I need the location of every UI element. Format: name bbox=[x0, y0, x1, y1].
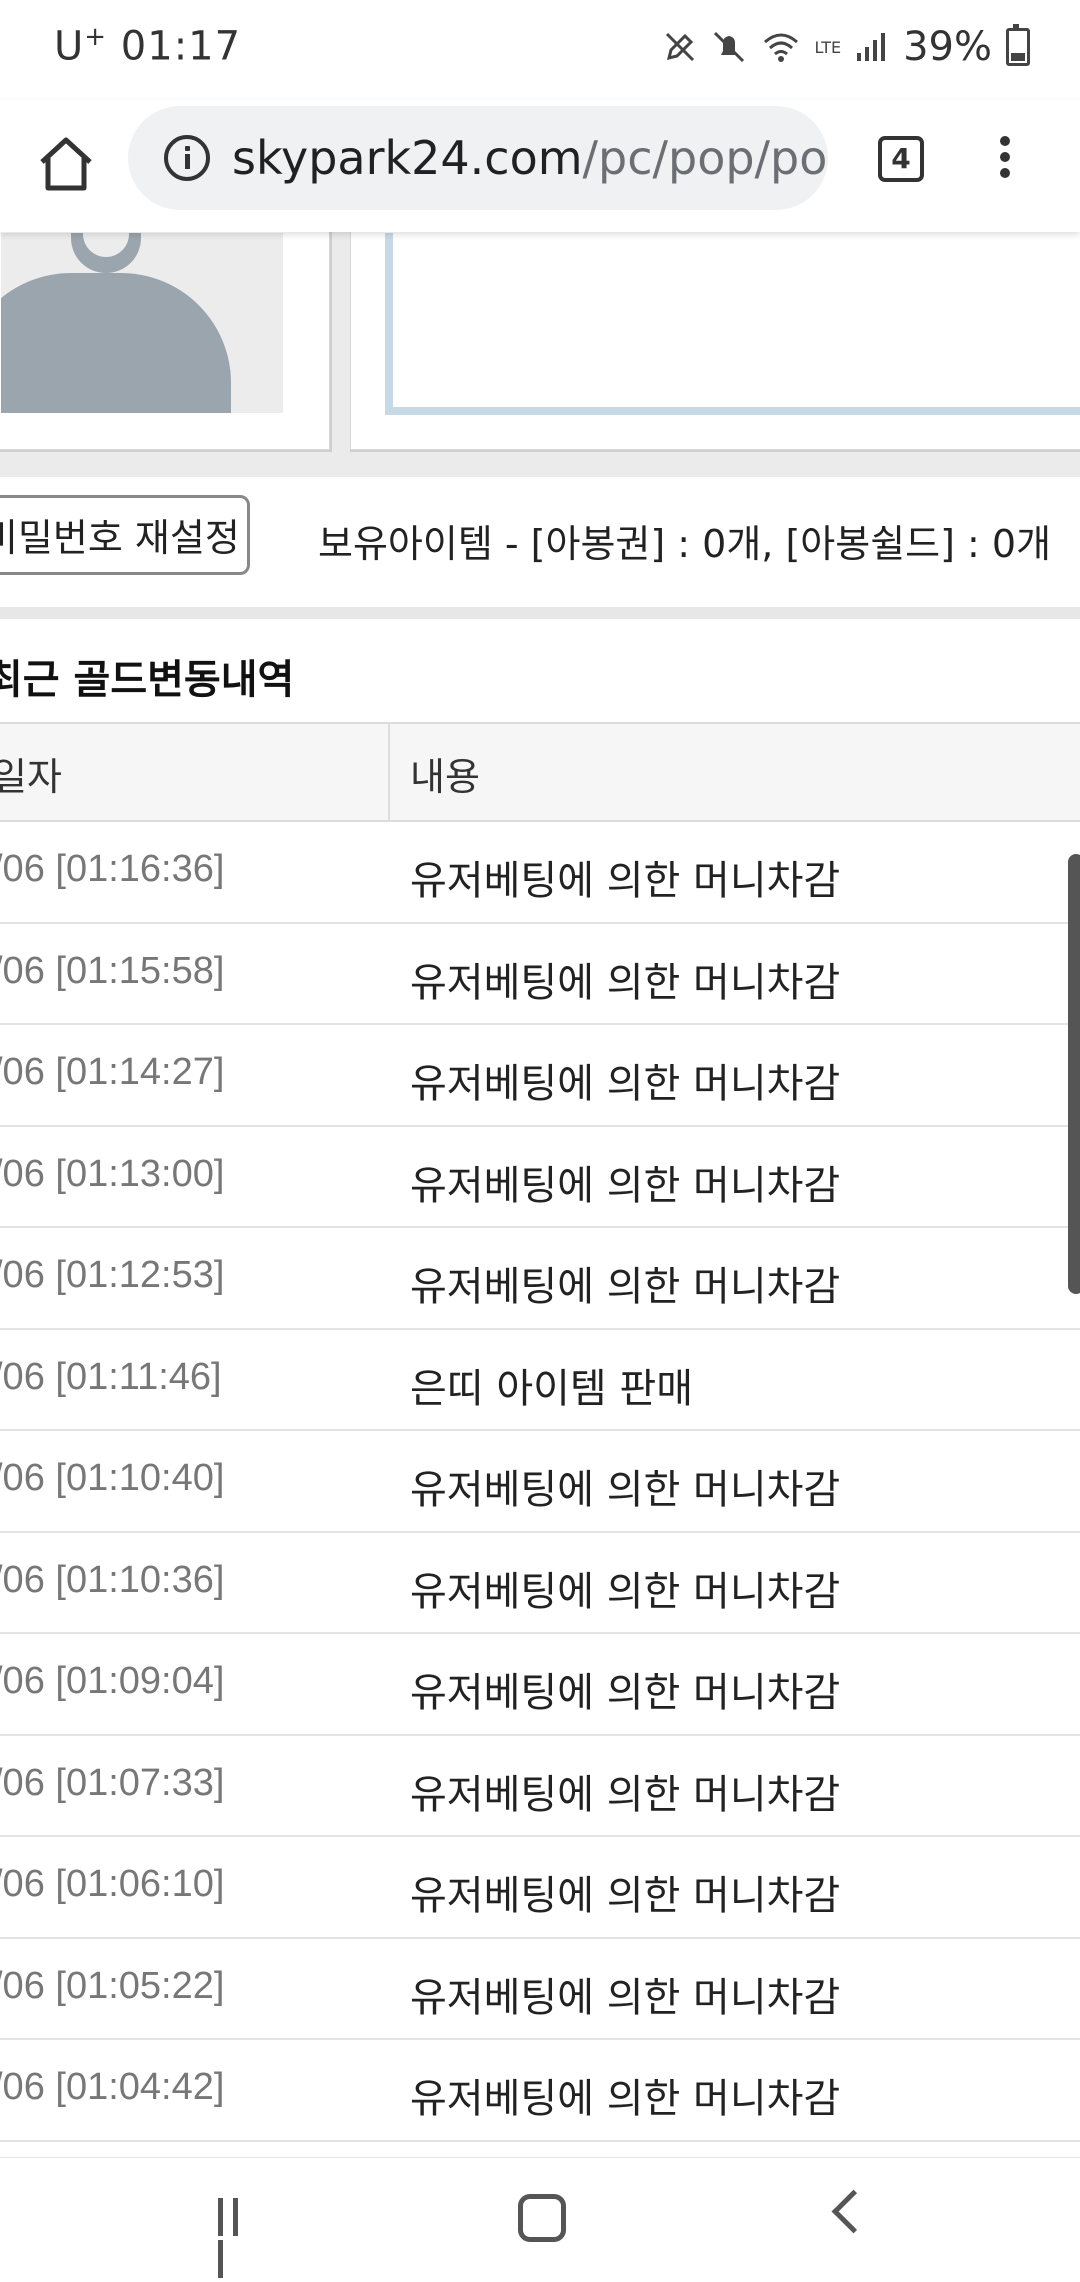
row-date: /06 [01:05:22] bbox=[0, 1964, 225, 2007]
battery-icon bbox=[1006, 24, 1030, 66]
carrier-plus: + bbox=[84, 22, 108, 52]
url-path: /pc/pop/pop bbox=[582, 131, 828, 185]
carrier: U bbox=[54, 23, 85, 70]
battery-percent: 39% bbox=[903, 24, 992, 70]
avatar-frame bbox=[0, 232, 330, 450]
table-row: /06 [01:14:27] 유저베팅에 의한 머니차감 bbox=[0, 1025, 1080, 1127]
mute-icon bbox=[713, 31, 744, 63]
row-date: /06 [01:06:10] bbox=[0, 1863, 225, 1905]
column-header-content: 내용 bbox=[410, 755, 480, 799]
table-header: 일자 내용 bbox=[0, 722, 1080, 822]
row-content: 은띠 아이템 판매 bbox=[410, 1365, 694, 1412]
table-row: /06 [01:11:46] 은띠 아이템 판매 bbox=[0, 1330, 1080, 1431]
signal-icon bbox=[857, 33, 886, 61]
table-row: /06 [01:15:58] 유저베팅에 의한 머니차감 bbox=[0, 924, 1080, 1025]
status-bar: U+ 01:17 LTE 39% bbox=[0, 0, 1080, 100]
row-date: /06 [01:07:33] bbox=[0, 1761, 225, 1804]
row-content: 유저베팅에 의한 머니차감 bbox=[410, 2076, 841, 2122]
home-icon[interactable] bbox=[30, 128, 102, 200]
avatar bbox=[1, 233, 283, 413]
row-date: /06 [01:04:42] bbox=[0, 2066, 225, 2108]
row-content: 유저베팅에 의한 머니차감 bbox=[410, 1162, 841, 1209]
row-content: 유저베팅에 의한 머니차감 bbox=[410, 1670, 841, 1716]
row-date: /06 [01:14:27] bbox=[0, 1051, 225, 1093]
network-type: LTE bbox=[814, 37, 842, 57]
browser-toolbar: skypark24.com/pc/pop/pop 4 bbox=[0, 100, 1080, 232]
profile-info-box bbox=[350, 232, 1080, 450]
address-bar[interactable]: skypark24.com/pc/pop/pop bbox=[128, 106, 828, 210]
page-content: 비밀번호 재설정 보유아이템 - [아봉권] : 0개, [아봉쉴드] : 0개… bbox=[0, 232, 1080, 2157]
row-content: 유저베팅에 의한 머니차감 bbox=[410, 1771, 841, 1818]
wifi-icon bbox=[763, 33, 798, 62]
row-date: /06 [01:12:53] bbox=[0, 1254, 225, 1296]
row-date: /06 [01:11:46] bbox=[0, 1355, 222, 1398]
row-content: 유저베팅에 의한 머니차감 bbox=[410, 1264, 841, 1310]
owned-items-text: 보유아이템 - [아봉권] : 0개, [아봉쉴드] : 0개 bbox=[318, 522, 1052, 566]
profile-area bbox=[0, 232, 1080, 477]
page-scrollbar[interactable] bbox=[1068, 854, 1080, 1294]
table-row: /06 [01:07:33] 유저베팅에 의한 머니차감 bbox=[0, 1736, 1080, 1837]
clock: 01:17 bbox=[120, 23, 242, 70]
table-row: /06 [01:16:36] 유저베팅에 의한 머니차감 bbox=[0, 822, 1080, 924]
row-content: 유저베팅에 의한 머니차감 bbox=[410, 1568, 841, 1615]
table-row: /06 [01:04:42] 유저베팅에 의한 머니차감 bbox=[0, 2040, 1080, 2142]
tab-switcher-button[interactable]: 4 bbox=[878, 136, 924, 182]
row-content: 유저베팅에 의한 머니차감 bbox=[410, 1061, 841, 1107]
back-icon[interactable] bbox=[831, 2189, 876, 2234]
table-row: /06 [01:09:04] 유저베팅에 의한 머니차감 bbox=[0, 1634, 1080, 1736]
table-row: /06 [01:13:00] 유저베팅에 의한 머니차감 bbox=[0, 1127, 1080, 1228]
row-date: /06 [01:16:36] bbox=[0, 848, 225, 890]
table-row: /06 [01:10:40] 유저베팅에 의한 머니차감 bbox=[0, 1431, 1080, 1533]
row-date: /06 [01:10:40] bbox=[0, 1457, 225, 1499]
column-header-date: 일자 bbox=[0, 755, 62, 799]
recents-icon[interactable] bbox=[218, 2198, 262, 2278]
row-date: /06 [01:09:04] bbox=[0, 1660, 225, 1702]
url-domain: skypark24.com bbox=[232, 131, 583, 185]
gold-history-table: 일자 내용 /06 [01:16:36] 유저베팅에 의한 머니차감 /06 [0… bbox=[0, 722, 1080, 2142]
carrier-time: U+ 01:17 bbox=[54, 22, 241, 69]
table-row: /06 [01:06:10] 유저베팅에 의한 머니차감 bbox=[0, 1837, 1080, 1939]
account-action-row: 비밀번호 재설정 보유아이템 - [아봉권] : 0개, [아봉쉴드] : 0개 bbox=[0, 477, 1080, 619]
table-row: /06 [01:05:22] 유저베팅에 의한 머니차감 bbox=[0, 1939, 1080, 2040]
navigation-bar bbox=[0, 2157, 1080, 2281]
pen-off-icon bbox=[665, 32, 694, 62]
row-date: /06 [01:10:36] bbox=[0, 1558, 225, 1601]
status-icons: LTE 39% bbox=[663, 24, 1030, 70]
home-nav-icon[interactable] bbox=[518, 2194, 566, 2242]
overflow-menu-icon[interactable] bbox=[990, 130, 1020, 190]
row-content: 유저베팅에 의한 머니차감 bbox=[410, 1873, 841, 1919]
password-reset-button[interactable]: 비밀번호 재설정 bbox=[0, 495, 250, 575]
site-info-icon[interactable] bbox=[164, 135, 210, 181]
section-title: 최근 골드변동내역 bbox=[0, 657, 295, 703]
row-content: 유저베팅에 의한 머니차감 bbox=[410, 1467, 841, 1513]
table-row: /06 [01:10:36] 유저베팅에 의한 머니차감 bbox=[0, 1533, 1080, 1634]
url-text[interactable]: skypark24.com/pc/pop/pop bbox=[232, 131, 828, 185]
row-date: /06 [01:15:58] bbox=[0, 949, 225, 992]
table-row: /06 [01:12:53] 유저베팅에 의한 머니차감 bbox=[0, 1228, 1080, 1330]
row-content: 유저베팅에 의한 머니차감 bbox=[410, 1974, 841, 2021]
row-date: /06 [01:13:00] bbox=[0, 1152, 225, 1195]
row-content: 유저베팅에 의한 머니차감 bbox=[410, 959, 841, 1006]
table-body: /06 [01:16:36] 유저베팅에 의한 머니차감 /06 [01:15:5… bbox=[0, 822, 1080, 2142]
profile-info-panel bbox=[385, 233, 1080, 415]
row-content: 유저베팅에 의한 머니차감 bbox=[410, 858, 841, 904]
